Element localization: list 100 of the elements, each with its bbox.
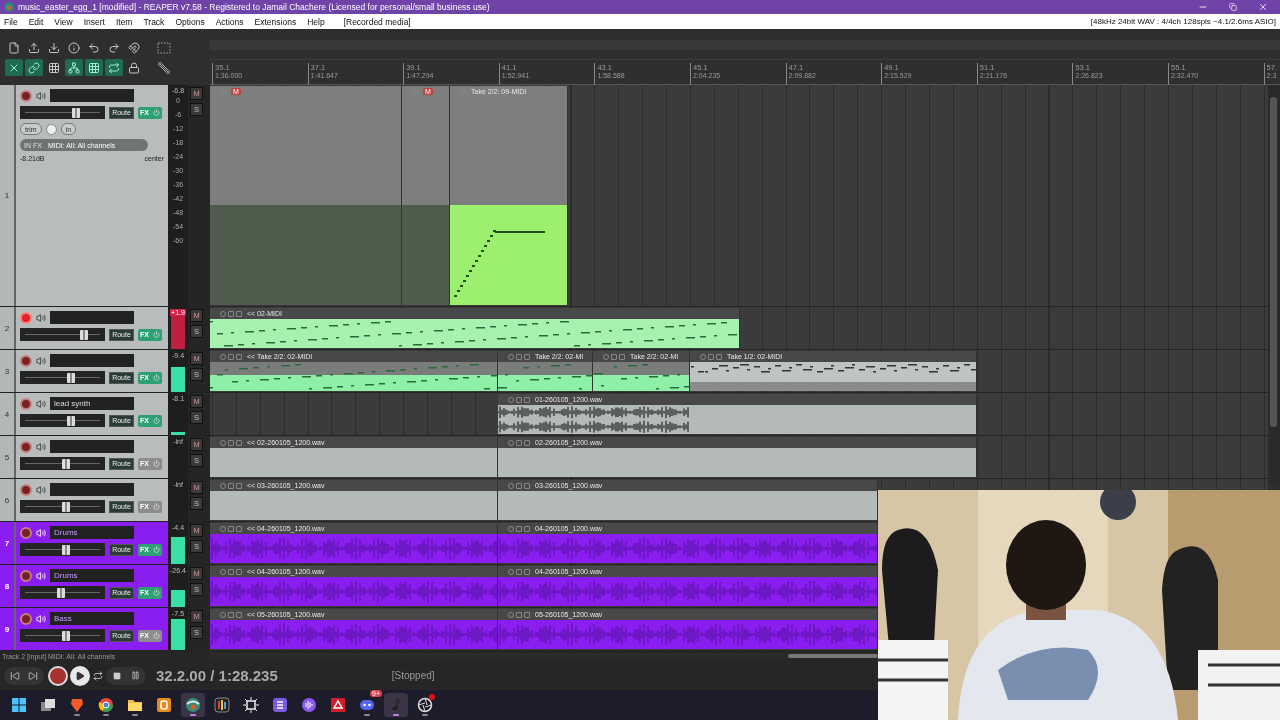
track-number: 2	[4, 323, 10, 333]
track-number: 9	[4, 624, 10, 634]
track-number: 1	[4, 191, 10, 200]
record-button[interactable]	[48, 665, 68, 686]
chat-app-icon	[359, 697, 375, 713]
pan-knob[interactable]	[45, 123, 57, 135]
vertical-scrollbar[interactable]	[1268, 85, 1280, 485]
volume-fader[interactable]	[20, 106, 105, 119]
track-number: 5	[4, 452, 10, 462]
track-number: 6	[4, 495, 10, 505]
fader-thumb[interactable]	[67, 416, 76, 426]
volume-fader[interactable]	[20, 543, 105, 556]
menu-item[interactable]: Help	[307, 16, 325, 27]
track-number: 4	[4, 409, 10, 419]
volume-fader[interactable]	[20, 457, 105, 470]
stacked-lines-icon	[272, 697, 288, 713]
record-arm-button[interactable]	[20, 612, 32, 625]
speaker-icon	[36, 527, 46, 538]
fader-thumb[interactable]	[62, 502, 71, 512]
record-arm-button[interactable]	[20, 397, 32, 410]
horizontal-scrollbar[interactable]	[210, 653, 878, 659]
menu-item[interactable]: Options	[175, 16, 205, 27]
track-name-field[interactable]	[50, 89, 134, 102]
fader-thumb[interactable]	[62, 631, 71, 641]
document-app-icon	[156, 697, 172, 713]
fader-thumb[interactable]	[62, 545, 71, 555]
track-name-field[interactable]: Drums	[50, 569, 134, 582]
audio-device-info: [48kHz 24bit WAV : 4/4ch 128spls ~4.1/2.6ms ASIO]	[1090, 17, 1276, 26]
speaker-icon	[36, 484, 46, 495]
fader-thumb[interactable]	[57, 588, 66, 598]
power-icon	[153, 632, 160, 639]
skip-back-icon	[10, 670, 20, 681]
crossed-lines-icon[interactable]	[5, 59, 23, 76]
play-button[interactable]	[70, 665, 90, 686]
voice-wave-icon	[301, 697, 317, 713]
speaker-icon	[36, 398, 46, 409]
info-icon[interactable]	[65, 39, 83, 56]
track-name-field[interactable]	[50, 311, 134, 324]
position-readout: 32.2.00 / 1:28.235	[156, 667, 278, 684]
power-icon	[153, 546, 160, 553]
record-arm-button[interactable]	[20, 526, 32, 539]
speaker-icon	[36, 570, 46, 581]
track-name-field[interactable]	[50, 440, 134, 453]
skip-forward-icon	[28, 670, 38, 681]
track-number: 3	[4, 366, 10, 376]
volume-fader[interactable]	[20, 414, 105, 427]
speaker-icon	[36, 613, 46, 624]
power-icon	[153, 374, 160, 381]
record-arm-button[interactable]	[20, 483, 32, 496]
power-icon	[153, 417, 160, 424]
track-name-field[interactable]: Bass	[50, 612, 134, 625]
volume-fader[interactable]	[20, 328, 105, 341]
menu-item[interactable]: File	[4, 16, 18, 27]
track-name-field[interactable]: Drums	[50, 526, 134, 539]
menu-item[interactable]: Extensions	[254, 16, 297, 27]
speaker-icon	[36, 90, 46, 101]
recorded-media-label: [Recorded media]	[343, 16, 411, 27]
record-arm-button[interactable]	[20, 89, 32, 102]
record-arm-button[interactable]	[20, 440, 32, 453]
speaker-icon	[36, 312, 46, 323]
speaker-icon	[36, 355, 46, 366]
track-name-field[interactable]	[50, 354, 134, 367]
volume-fader[interactable]	[20, 586, 105, 599]
menu-item[interactable]: Item	[115, 16, 133, 27]
menu-item[interactable]: Edit	[28, 16, 44, 27]
start-menu-icon	[11, 697, 27, 713]
volume-fader[interactable]	[20, 500, 105, 513]
ruler-icon[interactable]	[155, 59, 173, 76]
menu-item[interactable]: View	[54, 16, 73, 27]
record-arm-button[interactable]	[20, 569, 32, 582]
play-state-label: [Stopped]	[391, 670, 435, 681]
menu-item[interactable]: Insert	[83, 16, 105, 27]
pause-icon	[130, 671, 140, 680]
repeat-icon	[93, 670, 103, 681]
aperture-icon	[417, 697, 433, 713]
track-number: 7	[4, 538, 10, 548]
stop-icon	[113, 671, 121, 680]
link-icon[interactable]	[25, 59, 43, 76]
volume-fader[interactable]	[20, 629, 105, 642]
magnet-icon[interactable]	[125, 39, 143, 56]
taskbar-button[interactable]	[181, 693, 205, 717]
menu-item[interactable]: Actions	[215, 16, 244, 27]
fader-thumb[interactable]	[62, 459, 71, 469]
power-icon	[153, 503, 160, 510]
menu-item[interactable]: Track	[143, 16, 165, 27]
task-view-icon	[40, 697, 56, 713]
fader-thumb[interactable]	[80, 330, 89, 340]
group-icon[interactable]	[65, 59, 83, 76]
volume-fader[interactable]	[20, 371, 105, 384]
loop-icon[interactable]	[105, 59, 123, 76]
dot-grid-icon[interactable]	[85, 59, 103, 76]
record-arm-button[interactable]	[20, 354, 32, 367]
close-icon	[1258, 2, 1268, 12]
track-name-field[interactable]	[50, 483, 134, 496]
track-name-field[interactable]: lead synth	[50, 397, 134, 410]
fader-thumb[interactable]	[67, 373, 76, 383]
fader-thumb[interactable]	[71, 108, 80, 118]
dotted-square-icon[interactable]	[155, 39, 173, 56]
power-icon	[153, 460, 160, 467]
window-title: music_easter_egg_1 [modified] - REAPER v7.58 - Registered to Jamail Chachere (Licensed for personal/small business use)	[18, 2, 490, 12]
